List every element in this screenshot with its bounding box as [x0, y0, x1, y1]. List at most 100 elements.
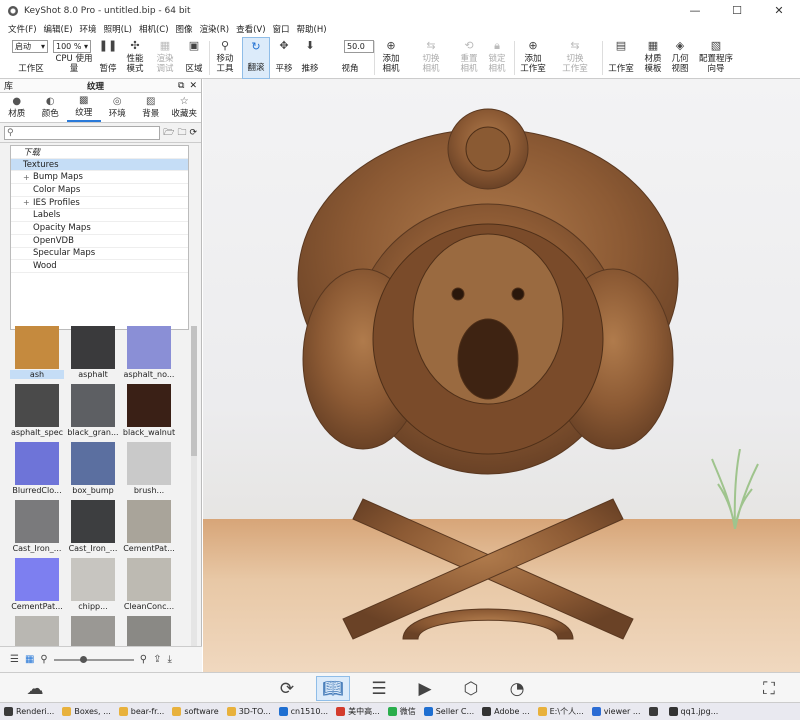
float-icon[interactable]: ⧉	[178, 81, 184, 91]
cpu-usage-button[interactable]: CPU 使用量	[52, 37, 96, 79]
menu-window[interactable]: 窗口	[273, 23, 290, 35]
taskbar-app-button[interactable]: cn1510...	[275, 703, 332, 720]
texture-thumbnail[interactable]	[66, 616, 120, 646]
upload-cloud-icon[interactable]: ⇪	[153, 654, 161, 665]
texture-thumbnail[interactable]: BlurredClo...	[10, 442, 64, 500]
switch-studio-button[interactable]: ⇆ 切换 工作室	[558, 37, 592, 79]
screenshot-button[interactable]: ⛶	[752, 676, 786, 701]
cloud-library-button[interactable]: ☁	[18, 676, 52, 701]
close-button[interactable]: ✕	[758, 0, 800, 21]
menu-render[interactable]: 渲染(R)	[200, 23, 230, 35]
reset-camera-button[interactable]: ⟲ 重置 相机	[456, 37, 482, 79]
tree-item[interactable]: OpenVDB	[11, 235, 188, 248]
tab-textures[interactable]: ▩ 纹理	[67, 93, 101, 122]
tree-item[interactable]: Wood	[11, 260, 188, 273]
texture-thumbnail[interactable]: asphalt	[66, 326, 120, 384]
taskbar-app-button[interactable]: 3D-TO...	[223, 703, 275, 720]
render-button[interactable]: ◔	[500, 676, 534, 701]
tree-item[interactable]: 下载	[11, 146, 188, 159]
expand-icon[interactable]: +	[23, 198, 33, 207]
taskbar-app-button[interactable]: Adobe ...	[478, 703, 533, 720]
taskbar-app-button[interactable]: 美中高...	[332, 703, 384, 720]
menu-help[interactable]: 帮助(H)	[297, 23, 327, 35]
texture-thumbnail[interactable]: black_gran...	[66, 384, 120, 442]
minimize-button[interactable]: —	[674, 0, 716, 21]
texture-thumbnail[interactable]: box_bump	[66, 442, 120, 500]
config-wizard-button[interactable]: ▧ 配置程序 向导	[696, 37, 736, 79]
scrollbar-thumb[interactable]	[191, 326, 197, 456]
tree-item[interactable]: Textures	[11, 158, 188, 172]
texture-grid-scrollbar[interactable]	[191, 326, 197, 646]
performance-mode-button[interactable]: ✣ 性能 模式	[122, 37, 148, 79]
project-button[interactable]: ☰	[362, 676, 396, 701]
texture-thumbnail[interactable]: chipp...	[66, 558, 120, 616]
zoom-in-icon[interactable]: ⚲	[140, 654, 147, 665]
close-icon[interactable]: ✕	[189, 81, 197, 91]
menu-edit[interactable]: 编辑(E)	[44, 23, 73, 35]
import-button[interactable]: ⟳	[270, 676, 304, 701]
tree-item[interactable]: Specular Maps	[11, 248, 188, 261]
tree-item[interactable]: Opacity Maps	[11, 222, 188, 235]
taskbar-app-button[interactable]: software	[168, 703, 222, 720]
slider-handle[interactable]	[79, 655, 87, 663]
render-viewport[interactable]	[203, 79, 800, 672]
studio-button[interactable]: ▤ 工作室	[606, 37, 636, 79]
menu-view[interactable]: 查看(V)	[236, 23, 265, 35]
tab-environments[interactable]: ◎ 环境	[101, 93, 135, 122]
switch-camera-button[interactable]: ⇆ 切换 相机	[418, 37, 444, 79]
menu-image[interactable]: 图像	[176, 23, 193, 35]
texture-thumbnail[interactable]: asphalt_spec	[10, 384, 64, 442]
tree-item[interactable]: Labels	[11, 209, 188, 223]
tab-colors[interactable]: ◐ 颜色	[34, 93, 68, 122]
region-button[interactable]: ▣ 区域	[182, 37, 206, 79]
menu-camera[interactable]: 相机(C)	[139, 23, 169, 35]
taskbar-app-button[interactable]: bear-fr...	[115, 703, 169, 720]
fov-button[interactable]: 视角	[338, 37, 362, 79]
download-icon[interactable]: ⤓	[167, 654, 171, 665]
texture-thumbnail[interactable]: Cast_Iron_...	[66, 500, 120, 558]
taskbar-app-button[interactable]: Renderi...	[0, 703, 58, 720]
tab-backplates[interactable]: ▨ 背景	[134, 93, 168, 122]
taskbar-app-button[interactable]	[645, 703, 665, 720]
list-view-icon[interactable]: ☰	[10, 654, 19, 665]
texture-thumbnail[interactable]: CementPat...	[10, 558, 64, 616]
tumble-button[interactable]: ↻ 翻滚	[242, 37, 270, 79]
expand-icon[interactable]: +	[23, 173, 33, 182]
taskbar-app-button[interactable]: qq1.jpg...	[665, 703, 723, 720]
geometry-view-button[interactable]: ◈ 几何 视图	[668, 37, 692, 79]
tree-item[interactable]: + Bump Maps	[11, 171, 188, 185]
move-tool-button[interactable]: ⚲ 移动 工具	[212, 37, 238, 79]
texture-thumbnail[interactable]: asphalt_no...	[122, 326, 176, 384]
maximize-button[interactable]: ☐	[716, 0, 758, 21]
library-search-input[interactable]: ⚲	[4, 125, 161, 140]
tree-item[interactable]: Color Maps	[11, 184, 188, 197]
material-template-button[interactable]: ▦ 材质 模板	[640, 37, 666, 79]
texture-thumbnail[interactable]: ash	[10, 326, 64, 384]
thumbnail-size-slider[interactable]	[53, 655, 134, 663]
texture-thumbnail[interactable]: Cast_Iron_...	[10, 500, 64, 558]
lock-camera-button[interactable]: 🔒︎ 锁定 相机	[484, 37, 510, 79]
menu-lighting[interactable]: 照明(L)	[104, 23, 132, 35]
add-studio-button[interactable]: ⊕ 添加 工作室	[518, 37, 548, 79]
pause-button[interactable]: ❚❚ 暂停	[96, 37, 120, 79]
taskbar-app-button[interactable]: Seller C...	[420, 703, 478, 720]
menu-file[interactable]: 文件(F)	[8, 23, 37, 35]
dolly-button[interactable]: ⬇ 推移	[298, 37, 322, 79]
texture-thumbnail[interactable]: CleanConc...	[122, 558, 176, 616]
texture-thumbnail[interactable]	[10, 616, 64, 646]
tree-item[interactable]: + IES Profiles	[11, 197, 188, 210]
texture-thumbnail[interactable]: black_walnut	[122, 384, 176, 442]
taskbar-app-button[interactable]: E:\个人...	[534, 703, 588, 720]
folder-icon[interactable]: 🗀︎	[177, 125, 186, 141]
taskbar-app-button[interactable]: viewer ...	[588, 703, 645, 720]
texture-thumbnail[interactable]: brush...	[122, 442, 176, 500]
tab-materials[interactable]: ● 材质	[0, 93, 34, 122]
taskbar-app-button[interactable]: 微信	[384, 703, 420, 720]
grid-view-icon[interactable]: ▦	[25, 654, 34, 665]
animation-button[interactable]: ▶	[408, 676, 442, 701]
texture-thumbnail[interactable]	[122, 616, 176, 646]
import-folder-icon[interactable]: 🗁︎	[163, 125, 174, 141]
pan-button[interactable]: ✥ 平移	[272, 37, 296, 79]
tab-favorites[interactable]: ☆ 收藏夹	[168, 93, 202, 122]
menu-environment[interactable]: 环境	[80, 23, 97, 35]
